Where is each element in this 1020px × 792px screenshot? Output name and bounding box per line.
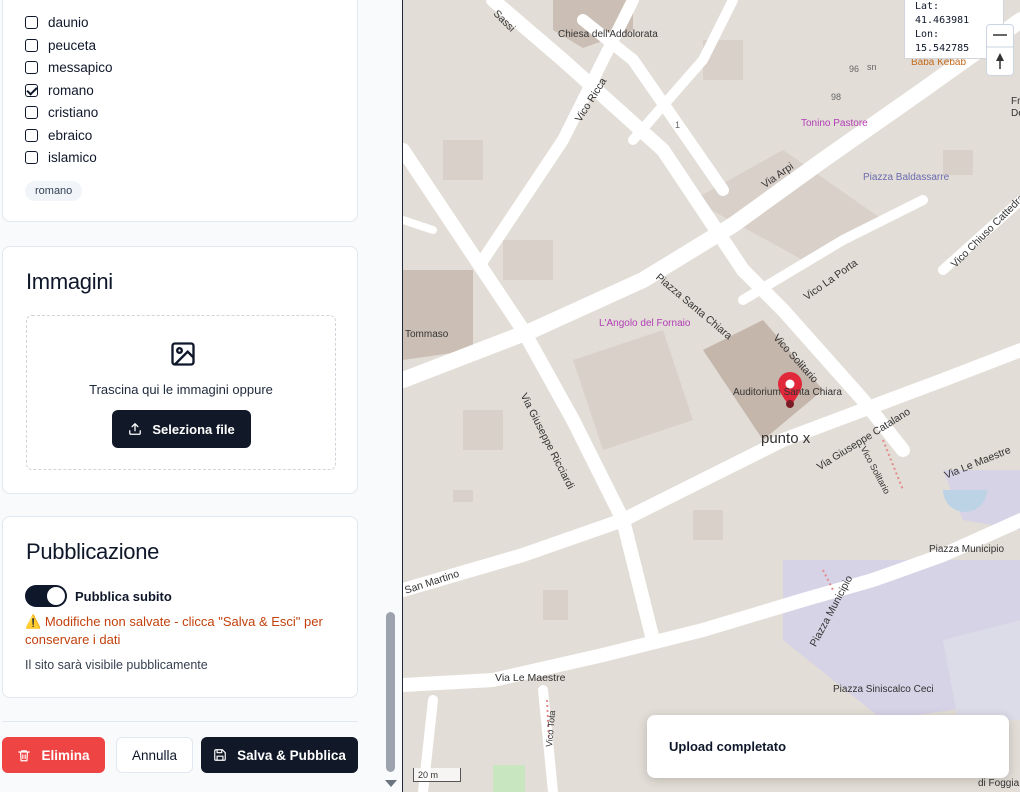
house-number: 1 <box>675 120 681 130</box>
house-number: 96 <box>849 64 860 74</box>
checkbox-label: romano <box>48 82 94 98</box>
piazza-siniscalco-label: Piazza Siniscalco Ceci <box>833 684 934 695</box>
checkbox-checked[interactable] <box>25 83 38 97</box>
house-number: 98 <box>831 92 842 102</box>
images-title: Immagini <box>26 269 113 294</box>
checkbox[interactable] <box>25 128 38 142</box>
select-file-button[interactable]: Seleziona file <box>112 410 251 448</box>
latitude-readout: Lat: 41.463981 <box>915 1 970 26</box>
piazza-municipio-label: Piazza Municipio <box>929 544 1005 555</box>
cancel-label: Annulla <box>131 747 178 763</box>
warning-icon: ⚠️ <box>25 614 42 629</box>
image-icon <box>171 342 195 366</box>
unsaved-warning: ⚠️ Modifiche non salvate - clicca "Salva… <box>25 613 335 649</box>
checkbox-label: islamico <box>48 149 97 165</box>
dropzone-text: Trascina qui le immagini oppure <box>89 382 273 397</box>
save-publish-button[interactable]: Salva & Pubblica <box>201 737 358 773</box>
image-dropzone[interactable]: Trascina qui le immagini oppure Selezion… <box>26 315 336 470</box>
longitude-readout: Lon: 15.542785 <box>915 29 970 54</box>
de-label: De <box>1011 108 1020 119</box>
street-via-le-maestre-2: Via Le Maestre <box>495 672 566 684</box>
checkbox[interactable] <box>25 38 38 52</box>
map-scale: 20 m <box>413 768 461 782</box>
trash-icon <box>18 749 31 761</box>
warning-text: Modifiche non salvate - clicca "Salva & … <box>25 614 323 647</box>
map-view[interactable]: Chiesa dell'Addolorata Tonino Pastore Ba… <box>402 0 1020 792</box>
publish-toggle[interactable] <box>25 585 67 607</box>
map-controls <box>986 24 1014 76</box>
divider <box>2 721 358 722</box>
checkbox[interactable] <box>25 150 38 164</box>
checkbox-messapico[interactable]: messapico <box>25 57 113 77</box>
auditorium-label: Auditorium Santa Chiara <box>733 387 842 398</box>
checkbox-romano[interactable]: romano <box>25 80 94 100</box>
save-publish-label: Salva & Pubblica <box>237 747 346 763</box>
checkbox-label: daunio <box>48 14 89 30</box>
selected-chip: romano <box>25 181 83 201</box>
checkbox[interactable] <box>25 15 38 29</box>
compass-icon[interactable] <box>987 25 1013 75</box>
scrollbar-thumb[interactable] <box>386 612 395 772</box>
checkbox-label: ebraico <box>48 127 93 143</box>
publish-card: Pubblicazione Pubblica subito ⚠️ Modific… <box>2 516 358 698</box>
checkbox-label: cristiano <box>48 104 99 120</box>
tommaso-label: Tommaso <box>405 329 449 340</box>
checkbox[interactable] <box>25 60 38 74</box>
marker-label: punto x <box>761 430 811 447</box>
delete-button[interactable]: Elimina <box>2 737 105 773</box>
checkbox-label: peuceta <box>48 37 97 53</box>
church-label: Chiesa dell'Addolorata <box>558 29 658 40</box>
delete-label: Elimina <box>41 747 90 763</box>
cancel-button[interactable]: Annulla <box>116 737 193 773</box>
upload-icon <box>129 423 142 435</box>
checkbox-islamico[interactable]: islamico <box>25 147 97 167</box>
publish-title: Pubblicazione <box>26 539 160 564</box>
angolo-fornaio-label: L'Angolo del Fornaio <box>599 318 691 329</box>
publish-toggle-label: Pubblica subito <box>75 589 172 604</box>
foggia-label: di Foggia <box>978 778 1020 789</box>
fr-label: Fr <box>1011 96 1020 107</box>
checkbox[interactable] <box>25 105 38 119</box>
checkbox-ebraico[interactable]: ebraico <box>25 125 92 145</box>
checkbox-cristiano[interactable]: cristiano <box>25 102 98 122</box>
left-panel: daunio peuceta messapico romano cristian… <box>0 0 402 792</box>
select-file-label: Seleziona file <box>152 421 235 437</box>
checkbox-label: messapico <box>48 59 113 75</box>
toast-text: Upload completato <box>669 739 787 754</box>
house-number: sn <box>867 62 877 72</box>
scroll-down-arrow[interactable] <box>385 780 397 787</box>
religion-card: daunio peuceta messapico romano cristian… <box>2 0 358 222</box>
tonino-label: Tonino Pastore <box>801 118 868 129</box>
checkbox-peuceta[interactable]: peuceta <box>25 35 96 55</box>
upload-toast: Upload completato <box>647 715 1009 778</box>
piazza-baldassarre-label: Piazza Baldassarre <box>863 172 950 183</box>
visibility-note: Il sito sarà visibile pubblicamente <box>25 658 208 672</box>
save-icon <box>214 749 226 761</box>
checkbox-daunio[interactable]: daunio <box>25 12 89 32</box>
images-card: Immagini Trascina qui le immagini oppure… <box>2 246 358 494</box>
